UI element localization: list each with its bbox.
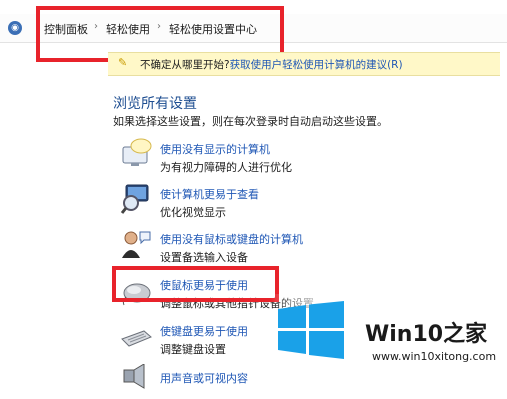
item-link-keyboard-easier[interactable]: 使键盘更易于使用: [160, 323, 248, 339]
item-sub-keyboard-easier: 调整键盘设置: [160, 343, 226, 356]
highlight-box-mouse-item: [112, 266, 279, 302]
speaker-icon: [120, 363, 152, 396]
item-link-sound-alternatives[interactable]: 用声音或可视内容: [160, 370, 248, 386]
watermark-brand-suffix: 之家: [443, 322, 488, 347]
item-link-no-display[interactable]: 使用没有显示的计算机: [160, 141, 270, 157]
info-bar-text: 不确定从哪里开始?获取使用户轻松使用计算机的建议(R): [140, 57, 403, 72]
item-sub-no-display: 为有视力障碍的人进行优化: [160, 161, 292, 174]
item-link-no-mouse-keyboard[interactable]: 使用没有鼠标或键盘的计算机: [160, 231, 303, 247]
section-description: 如果选择这些设置，则在每次登录时自动启动这些设置。: [113, 115, 388, 128]
recommendations-link[interactable]: 获取使用户轻松使用计算机的建议(R): [230, 59, 403, 71]
item-sub-easier-to-see: 优化视觉显示: [160, 206, 226, 219]
windows-logo-icon: [278, 301, 344, 359]
magnifier-monitor-icon: [120, 183, 152, 215]
watermark-url: www.win10xitong.com: [372, 350, 497, 363]
info-bar-prompt: 不确定从哪里开始?: [140, 59, 230, 71]
item-sub-no-mouse-keyboard: 设置备选输入设备: [160, 251, 248, 264]
item-link-easier-to-see[interactable]: 使计算机更易于查看: [160, 186, 259, 202]
section-title: 浏览所有设置: [113, 96, 197, 112]
watermark-brand: Win10之家: [365, 316, 487, 348]
lightbulb-icon: ✎: [118, 56, 128, 69]
watermark-brand-prefix: Win10: [365, 322, 444, 347]
control-panel-icon[interactable]: ◉: [8, 21, 22, 35]
keyboard-icon: [120, 319, 152, 351]
user-speech-icon: [120, 228, 152, 260]
monitor-speech-icon: [121, 137, 153, 169]
